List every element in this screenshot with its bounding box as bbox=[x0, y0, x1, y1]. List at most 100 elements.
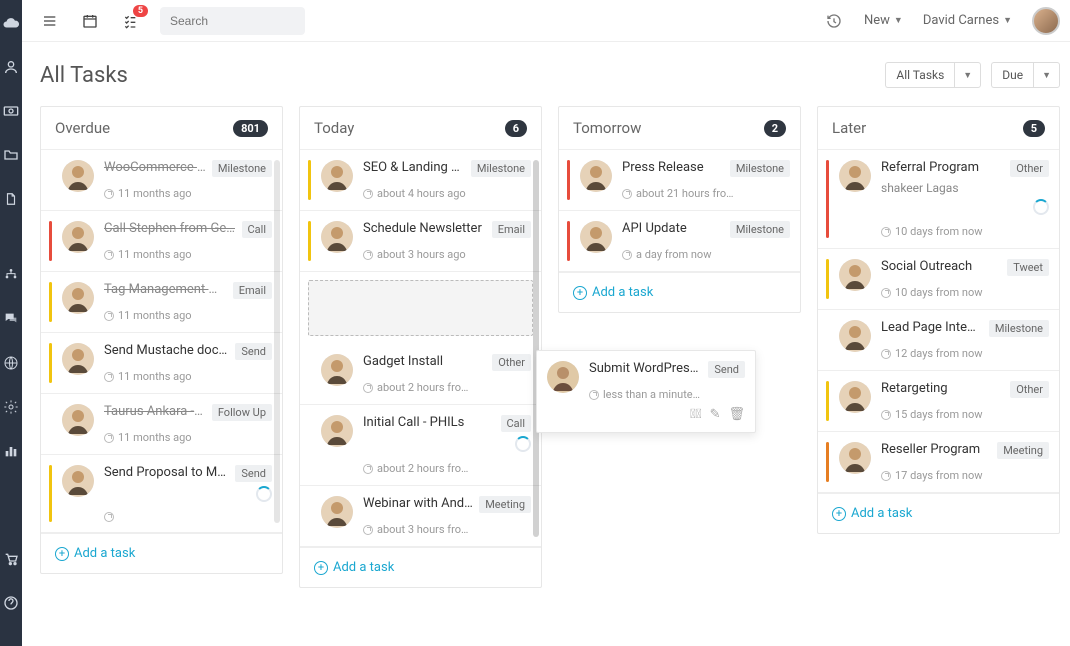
search-input[interactable] bbox=[170, 14, 325, 28]
column-body[interactable]: Referral Program Other shakeer Lagas 10 … bbox=[818, 150, 1059, 493]
column-body[interactable]: WooCommerce Blog Milestone 11 months ago… bbox=[41, 150, 282, 533]
column-body[interactable]: Press Release Milestone about 21 hours f… bbox=[559, 150, 800, 312]
task-card[interactable]: Reseller Program Meeting 17 days from no… bbox=[818, 432, 1059, 493]
filter-due-dd[interactable]: ▼ bbox=[1033, 62, 1060, 88]
file-icon[interactable] bbox=[0, 188, 22, 210]
cart-icon[interactable] bbox=[0, 548, 22, 570]
avatar bbox=[321, 160, 353, 192]
column-count: 2 bbox=[764, 120, 786, 137]
drop-zone[interactable] bbox=[308, 280, 533, 336]
tasks-icon[interactable]: 5 bbox=[120, 11, 140, 31]
avatar bbox=[839, 320, 871, 352]
money-icon[interactable] bbox=[0, 100, 22, 122]
filter-due-label[interactable]: Due bbox=[991, 62, 1033, 88]
chart-icon[interactable] bbox=[0, 440, 22, 462]
cloud-icon[interactable] bbox=[0, 12, 22, 34]
task-card[interactable]: Gadget Install Other about 2 hours fro… bbox=[300, 344, 541, 405]
avatar bbox=[321, 496, 353, 528]
task-card[interactable]: API Update Milestone a day from now bbox=[559, 211, 800, 272]
clock-icon bbox=[104, 250, 114, 260]
column-count: 5 bbox=[1023, 120, 1045, 137]
task-card[interactable]: Call Stephen from Ge… Call 11 months ago bbox=[41, 211, 282, 272]
task-card[interactable]: Referral Program Other shakeer Lagas 10 … bbox=[818, 150, 1059, 249]
user-icon[interactable] bbox=[0, 56, 22, 78]
task-card[interactable]: Tag Management Mail Email 11 months ago bbox=[41, 272, 282, 333]
task-card[interactable]: Lead Page Integration Milestone 12 days … bbox=[818, 310, 1059, 371]
avatar bbox=[62, 465, 94, 497]
add-task-button[interactable]: +Add a task bbox=[41, 533, 282, 573]
add-task-button[interactable]: +Add a task bbox=[818, 493, 1059, 533]
list-icon[interactable] bbox=[40, 11, 60, 31]
card-title: Send Mustache docu… bbox=[104, 343, 229, 358]
add-task-button[interactable]: +Add a task bbox=[559, 272, 800, 312]
check-icon[interactable]: ✓⃝ bbox=[690, 407, 702, 422]
add-task-button[interactable]: +Add a task bbox=[300, 547, 541, 587]
card-meta: about 2 hours fro… bbox=[363, 462, 531, 475]
filter-due[interactable]: Due ▼ bbox=[991, 62, 1060, 88]
card-title: Schedule Newsletter bbox=[363, 221, 482, 236]
card-meta: less than a minute… bbox=[589, 388, 745, 401]
avatar bbox=[62, 404, 94, 436]
clock-icon bbox=[881, 288, 891, 298]
gear-icon[interactable] bbox=[0, 396, 22, 418]
priority-stripe bbox=[826, 442, 829, 482]
task-card[interactable]: Send Proposal to Mo… Send bbox=[41, 455, 282, 533]
task-card[interactable]: WooCommerce Blog Milestone 11 months ago bbox=[41, 150, 282, 211]
priority-stripe bbox=[308, 221, 311, 261]
trash-icon[interactable]: 🗑 bbox=[728, 407, 745, 422]
task-card[interactable]: Social Outreach Tweet 10 days from now bbox=[818, 249, 1059, 310]
calendar-icon[interactable] bbox=[80, 11, 100, 31]
task-card[interactable]: Initial Call - PHILs Call about 2 hours … bbox=[300, 405, 541, 486]
task-card[interactable]: Send Mustache docu… Send 11 months ago bbox=[41, 333, 282, 394]
spinner-icon bbox=[256, 486, 272, 502]
clock-icon bbox=[363, 383, 373, 393]
new-button[interactable]: New▼ bbox=[864, 13, 903, 28]
priority-stripe bbox=[49, 404, 52, 444]
priority-stripe bbox=[49, 221, 52, 261]
task-card[interactable]: SEO & Landing page Milestone about 4 hou… bbox=[300, 150, 541, 211]
card-meta: 11 months ago bbox=[104, 309, 272, 322]
history-icon[interactable] bbox=[824, 11, 844, 31]
filter-tasks[interactable]: All Tasks ▼ bbox=[885, 62, 981, 88]
card-meta: about 4 hours ago bbox=[363, 187, 531, 200]
priority-stripe bbox=[308, 160, 311, 200]
column-count: 801 bbox=[233, 120, 268, 137]
task-card[interactable]: Press Release Milestone about 21 hours f… bbox=[559, 150, 800, 211]
priority-stripe bbox=[49, 343, 52, 383]
card-title: API Update bbox=[622, 221, 687, 236]
avatar bbox=[321, 415, 353, 447]
column-body[interactable]: SEO & Landing page Milestone about 4 hou… bbox=[300, 150, 541, 547]
task-card[interactable]: Webinar with Andrea Meeting about 3 hour… bbox=[300, 486, 541, 547]
edit-icon[interactable]: ✎ bbox=[710, 407, 721, 422]
search-box[interactable] bbox=[160, 7, 305, 35]
card-subtitle: shakeer Lagas bbox=[881, 181, 1049, 195]
avatar bbox=[62, 282, 94, 314]
folder-icon[interactable] bbox=[0, 144, 22, 166]
page-title: All Tasks bbox=[40, 63, 128, 88]
scrollbar[interactable] bbox=[533, 160, 539, 537]
card-tag: Send bbox=[708, 361, 745, 378]
card-meta: 11 months ago bbox=[104, 187, 272, 200]
spinner-icon bbox=[1033, 199, 1049, 215]
filter-tasks-label[interactable]: All Tasks bbox=[885, 62, 954, 88]
task-card[interactable]: Retargeting Other 15 days from now bbox=[818, 371, 1059, 432]
avatar bbox=[580, 221, 612, 253]
user-menu[interactable]: David Carnes▼ bbox=[923, 13, 1012, 28]
card-title: Social Outreach bbox=[881, 259, 972, 274]
card-tag: Milestone bbox=[212, 160, 272, 177]
org-icon[interactable] bbox=[0, 264, 22, 286]
filter-tasks-dd[interactable]: ▼ bbox=[954, 62, 981, 88]
page-header: All Tasks All Tasks ▼ Due ▼ bbox=[22, 42, 1070, 96]
task-card[interactable]: Schedule Newsletter Email about 3 hours … bbox=[300, 211, 541, 272]
column-title: Today bbox=[314, 119, 354, 137]
avatar bbox=[839, 381, 871, 413]
globe-icon[interactable] bbox=[0, 352, 22, 374]
avatar[interactable] bbox=[1032, 7, 1060, 35]
help-icon[interactable] bbox=[0, 592, 22, 614]
chat-icon[interactable] bbox=[0, 308, 22, 330]
priority-stripe bbox=[567, 160, 570, 200]
dragging-card[interactable]: Submit WordPress Pl… Send less than a mi… bbox=[536, 350, 756, 433]
task-card[interactable]: Taurus Ankara - Foll… Follow Up 11 month… bbox=[41, 394, 282, 455]
card-tag: Milestone bbox=[989, 320, 1049, 337]
scrollbar[interactable] bbox=[274, 160, 280, 523]
